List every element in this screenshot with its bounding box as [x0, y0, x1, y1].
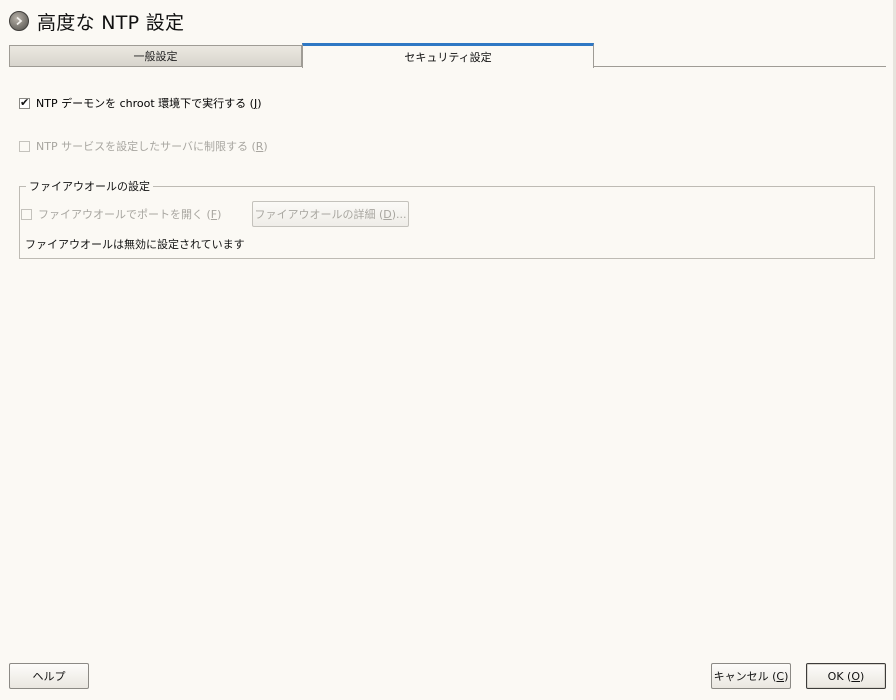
firewall-open-port-label: ファイアウオールでポートを開く (F): [38, 208, 222, 221]
restrict-servers-label: NTP サービスを設定したサーバに制限する (R): [36, 140, 268, 153]
restrict-servers-option[interactable]: NTP サービスを設定したサーバに制限する (R): [19, 138, 268, 154]
cancel-button[interactable]: キャンセル (C): [711, 663, 791, 689]
tab-label: 一般設定: [133, 50, 178, 63]
firewall-status-text: ファイアウオールは無効に設定されています: [25, 238, 245, 251]
firewall-details-button[interactable]: ファイアウオールの詳細 (D)...: [252, 201, 409, 227]
firewall-open-port-option[interactable]: ファイアウオールでポートを開く (F): [21, 206, 221, 222]
tab-general-settings[interactable]: 一般設定: [9, 45, 302, 66]
firewall-open-port-checkbox[interactable]: [21, 208, 32, 220]
dialog-header: 高度な NTP 設定: [9, 8, 184, 34]
ok-button[interactable]: OK (O): [806, 663, 886, 689]
tab-label: セキュリティ設定: [404, 51, 492, 64]
tab-security-settings[interactable]: セキュリティ設定: [302, 43, 594, 68]
firewall-group-title: ファイアウオールの設定: [26, 178, 153, 194]
chroot-label: NTP デーモンを chroot 環境下で実行する (J): [36, 97, 262, 110]
tab-bar: 一般設定 セキュリティ設定: [9, 43, 886, 68]
checkmark-icon: ✔: [20, 95, 30, 109]
restrict-servers-checkbox[interactable]: [19, 140, 30, 152]
dialog-title: 高度な NTP 設定: [37, 11, 185, 34]
arrow-right-circle-icon: [9, 11, 29, 31]
chroot-checkbox[interactable]: ✔: [19, 95, 30, 109]
help-button[interactable]: ヘルプ: [9, 663, 89, 689]
chroot-option[interactable]: ✔ NTP デーモンを chroot 環境下で実行する (J): [19, 95, 261, 111]
